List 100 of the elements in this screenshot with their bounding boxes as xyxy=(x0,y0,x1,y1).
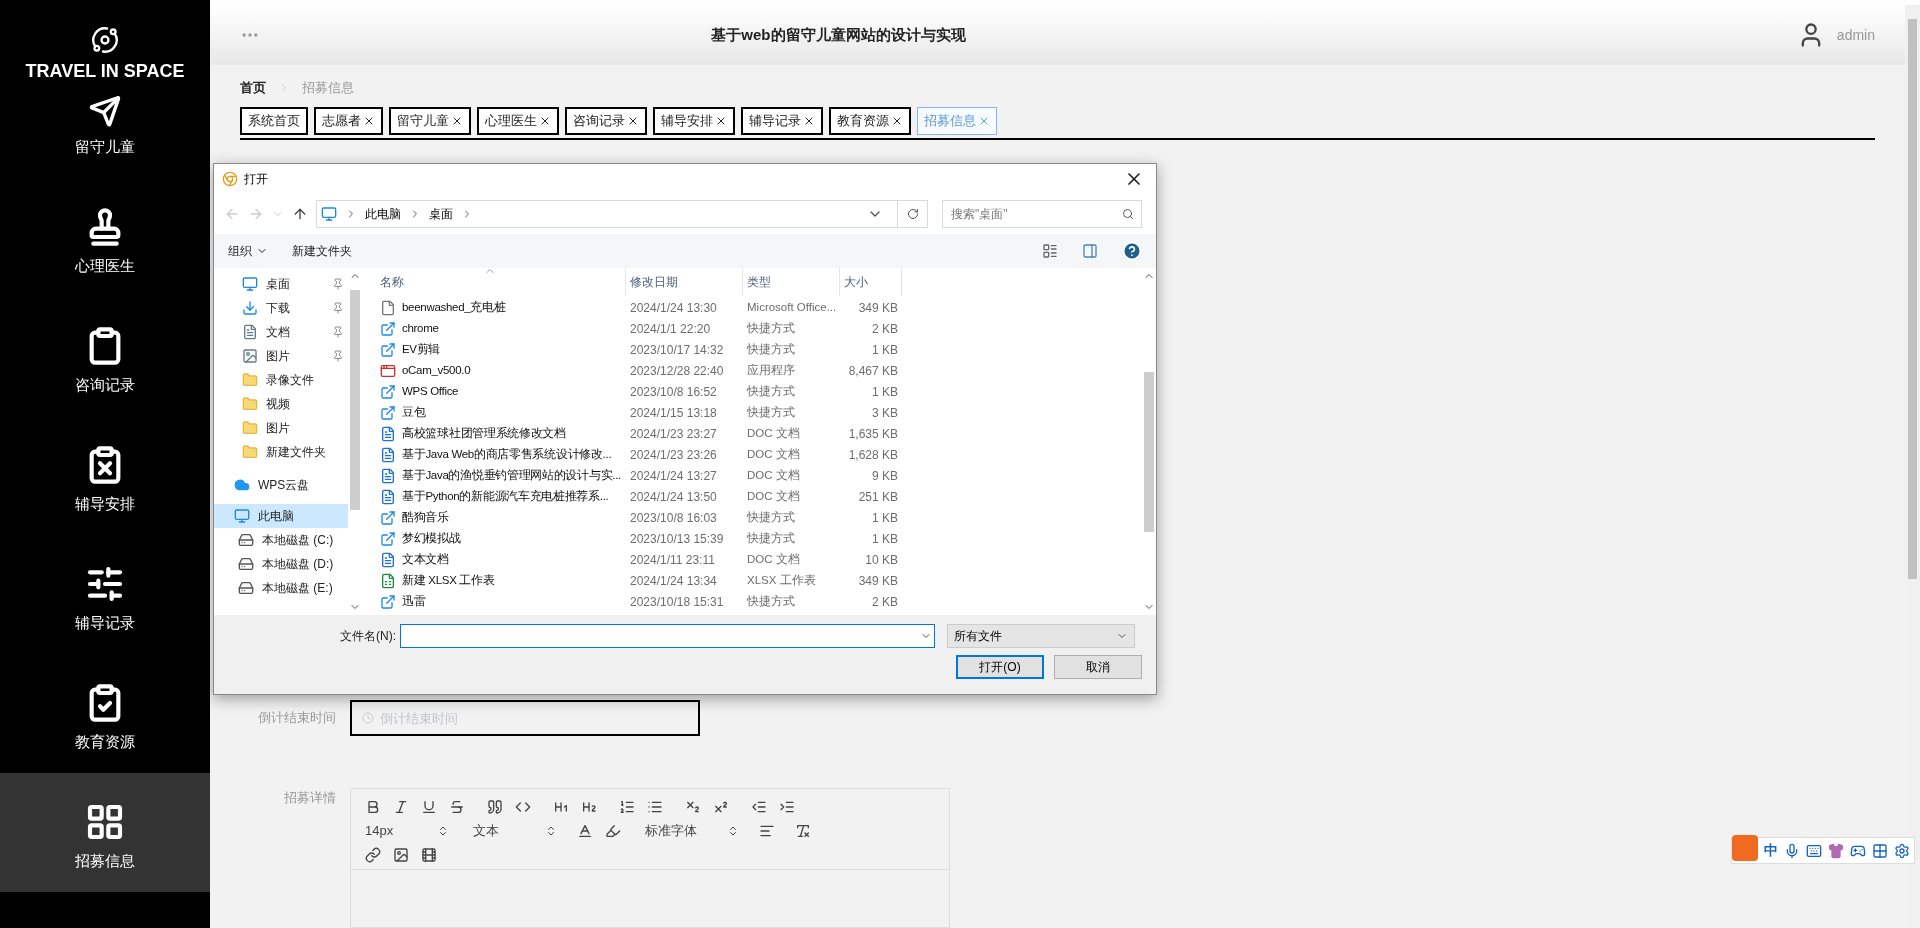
download-icon xyxy=(242,300,258,316)
page-tab[interactable]: 辅导安排 xyxy=(653,107,735,135)
heading-two-icon[interactable] xyxy=(581,799,597,815)
file-row[interactable]: oCam_v500.0 2023/12/28 22:40 应用程序 8,467 KB xyxy=(376,360,1142,381)
rich-text-editor[interactable]: 14px 文本 标准字体 xyxy=(350,788,950,928)
up-icon[interactable] xyxy=(292,206,308,222)
file-name: WPS Office xyxy=(402,383,459,399)
underline-icon[interactable] xyxy=(421,799,437,815)
file-type-select[interactable]: 所有文件 xyxy=(947,624,1135,648)
column-header[interactable]: 大小 xyxy=(840,268,902,296)
filename-field[interactable] xyxy=(400,624,935,648)
open-button[interactable]: 打开(O) xyxy=(956,655,1044,679)
clear-format-icon[interactable] xyxy=(795,822,811,839)
file-row[interactable]: 迅雷 2023/10/18 15:31 快捷方式 2 KB xyxy=(376,591,1142,612)
file-row[interactable]: beenwashed_充电桩 2024/1/24 13:30 Microsoft Office... 349 KB xyxy=(376,297,1142,318)
page-tab[interactable]: 志愿者 xyxy=(314,107,383,135)
font-select[interactable]: 标准字体 xyxy=(645,821,739,841)
page-tab[interactable]: 教育资源 xyxy=(829,107,911,135)
nav-pane-item[interactable]: 本地磁盘 (E:) xyxy=(214,576,348,600)
close-icon[interactable] xyxy=(715,115,727,127)
breadcrumb-item[interactable]: 首页 xyxy=(240,78,266,98)
close-icon[interactable] xyxy=(363,115,375,127)
nav-pane-item[interactable]: 本地磁盘 (D:) xyxy=(214,552,348,576)
column-header[interactable]: 名称 xyxy=(376,268,626,296)
search-field[interactable]: 搜索"桌面" xyxy=(942,200,1142,228)
link-icon[interactable] xyxy=(365,846,381,863)
nav-pane-item[interactable]: 录像文件 xyxy=(214,368,348,392)
sidebar-item[interactable]: 招募信息 xyxy=(0,773,210,892)
close-icon[interactable] xyxy=(451,115,463,127)
file-row[interactable]: 新建 XLSX 工作表 2024/1/24 13:34 XLSX 工作表 349 KB xyxy=(376,570,1142,591)
page-tab[interactable]: 系统首页 xyxy=(240,107,308,135)
indent-icon[interactable] xyxy=(779,799,795,815)
font-size-select[interactable]: 14px xyxy=(365,821,449,841)
file-row[interactable]: EV剪辑 2023/10/17 14:32 快捷方式 1 KB xyxy=(376,339,1142,360)
toolbar-button[interactable]: 新建文件夹 xyxy=(292,242,352,260)
close-icon[interactable] xyxy=(891,115,903,127)
bullet-list-icon[interactable] xyxy=(647,799,663,815)
preview-pane-icon[interactable] xyxy=(1082,243,1098,259)
up-down-icon xyxy=(727,824,739,837)
page-tab[interactable]: 留守儿童 xyxy=(389,107,471,135)
close-icon[interactable] xyxy=(803,115,815,127)
file-row[interactable]: 高校篮球社团管理系统修改文档 2024/1/23 23:27 DOC 文档 1,635 KB xyxy=(376,423,1142,444)
ime-logo[interactable] xyxy=(1732,834,1758,861)
nav-pane-item[interactable]: 图片 xyxy=(214,344,348,368)
view-icon[interactable] xyxy=(1042,243,1058,259)
italic-icon[interactable] xyxy=(393,799,409,815)
page-tab[interactable]: 辅导记录 xyxy=(741,107,823,135)
page-tab[interactable]: 咨询记录 xyxy=(565,107,647,135)
ordered-list-icon[interactable] xyxy=(619,799,635,815)
nav-pane-item[interactable]: 本地磁盘 (C:) xyxy=(214,528,348,552)
video-icon[interactable] xyxy=(421,846,437,863)
help-icon[interactable] xyxy=(1122,241,1142,261)
column-header[interactable]: 类型 xyxy=(743,268,840,296)
keyboard-icon[interactable] xyxy=(1806,842,1822,859)
text-color-icon[interactable] xyxy=(577,822,593,839)
file-row[interactable]: chrome 2024/1/1 22:20 快捷方式 2 KB xyxy=(376,318,1142,339)
shirt-icon[interactable] xyxy=(1828,842,1844,859)
bold-icon[interactable] xyxy=(365,799,381,815)
nav-pane-item[interactable]: 此电脑 xyxy=(214,504,348,528)
file-row[interactable]: WPS Office 2023/10/8 16:52 快捷方式 1 KB xyxy=(376,381,1142,402)
heading-one-icon[interactable] xyxy=(553,799,569,815)
toolbar-button[interactable]: 组织 xyxy=(228,242,268,260)
file-row[interactable]: 酷狗音乐 2023/10/8 16:03 快捷方式 1 KB xyxy=(376,507,1142,528)
planet-icon xyxy=(91,26,119,54)
file-row[interactable]: 豆包 2024/1/15 13:18 快捷方式 3 KB xyxy=(376,402,1142,423)
ime-mode[interactable]: 中 xyxy=(1764,840,1778,861)
strikethrough-icon[interactable] xyxy=(449,799,465,815)
column-header[interactable]: 修改日期 xyxy=(626,268,743,296)
subscript-icon[interactable] xyxy=(685,799,701,815)
nav-pane-item[interactable]: 文档 xyxy=(214,320,348,344)
settings-icon[interactable] xyxy=(1894,842,1910,859)
refresh-icon[interactable] xyxy=(906,208,919,220)
grid-icon[interactable] xyxy=(1872,842,1888,859)
file-row[interactable]: 基于Java Web的商店零售系统设计修改... 2024/1/23 23:26 DOC 文档 1,628 KB xyxy=(376,444,1142,465)
superscript-icon[interactable] xyxy=(713,799,729,815)
nav-pane-item[interactable]: 桌面 xyxy=(214,272,348,296)
highlight-icon[interactable] xyxy=(605,822,621,839)
quote-icon[interactable] xyxy=(487,799,503,815)
file-row[interactable]: 基于Java的渔悦垂钓管理网站的设计与实... 2024/1/24 13:27 DOC 文档 9 KB xyxy=(376,465,1142,486)
image-icon[interactable] xyxy=(393,846,409,863)
close-icon[interactable] xyxy=(627,115,639,127)
outdent-icon[interactable] xyxy=(751,799,767,815)
path-segment[interactable]: 桌面 xyxy=(429,205,453,223)
file-type: DOC 文档 xyxy=(746,467,801,483)
heading-select[interactable]: 文本 xyxy=(473,821,557,841)
page-tab[interactable]: 心理医生 xyxy=(477,107,559,135)
file-row[interactable]: 梦幻模拟战 2023/10/13 15:39 快捷方式 1 KB xyxy=(376,528,1142,549)
address-bar[interactable]: 此电脑 桌面 xyxy=(316,200,928,228)
microphone-icon[interactable] xyxy=(1784,842,1800,859)
nav-pane-item[interactable]: WPS云盘 xyxy=(214,473,348,497)
nav-pane-item[interactable]: 图片 xyxy=(214,416,348,440)
cancel-button[interactable]: 取消 xyxy=(1054,655,1142,679)
nav-pane-item[interactable]: 视频 xyxy=(214,392,348,416)
nav-pane-item[interactable]: 下载 xyxy=(214,296,348,320)
close-icon[interactable] xyxy=(539,115,551,127)
file-row[interactable]: 文本文档 2024/1/11 23:11 DOC 文档 10 KB xyxy=(376,549,1142,570)
path-segment[interactable]: 此电脑 xyxy=(365,205,401,223)
nav-pane-item[interactable]: 新建文件夹 xyxy=(214,440,348,464)
code-icon[interactable] xyxy=(515,799,531,815)
file-row[interactable]: 基于Python的新能源汽车充电桩推荐系... 2024/1/24 13:50 DOC 文档 251 KB xyxy=(376,486,1142,507)
